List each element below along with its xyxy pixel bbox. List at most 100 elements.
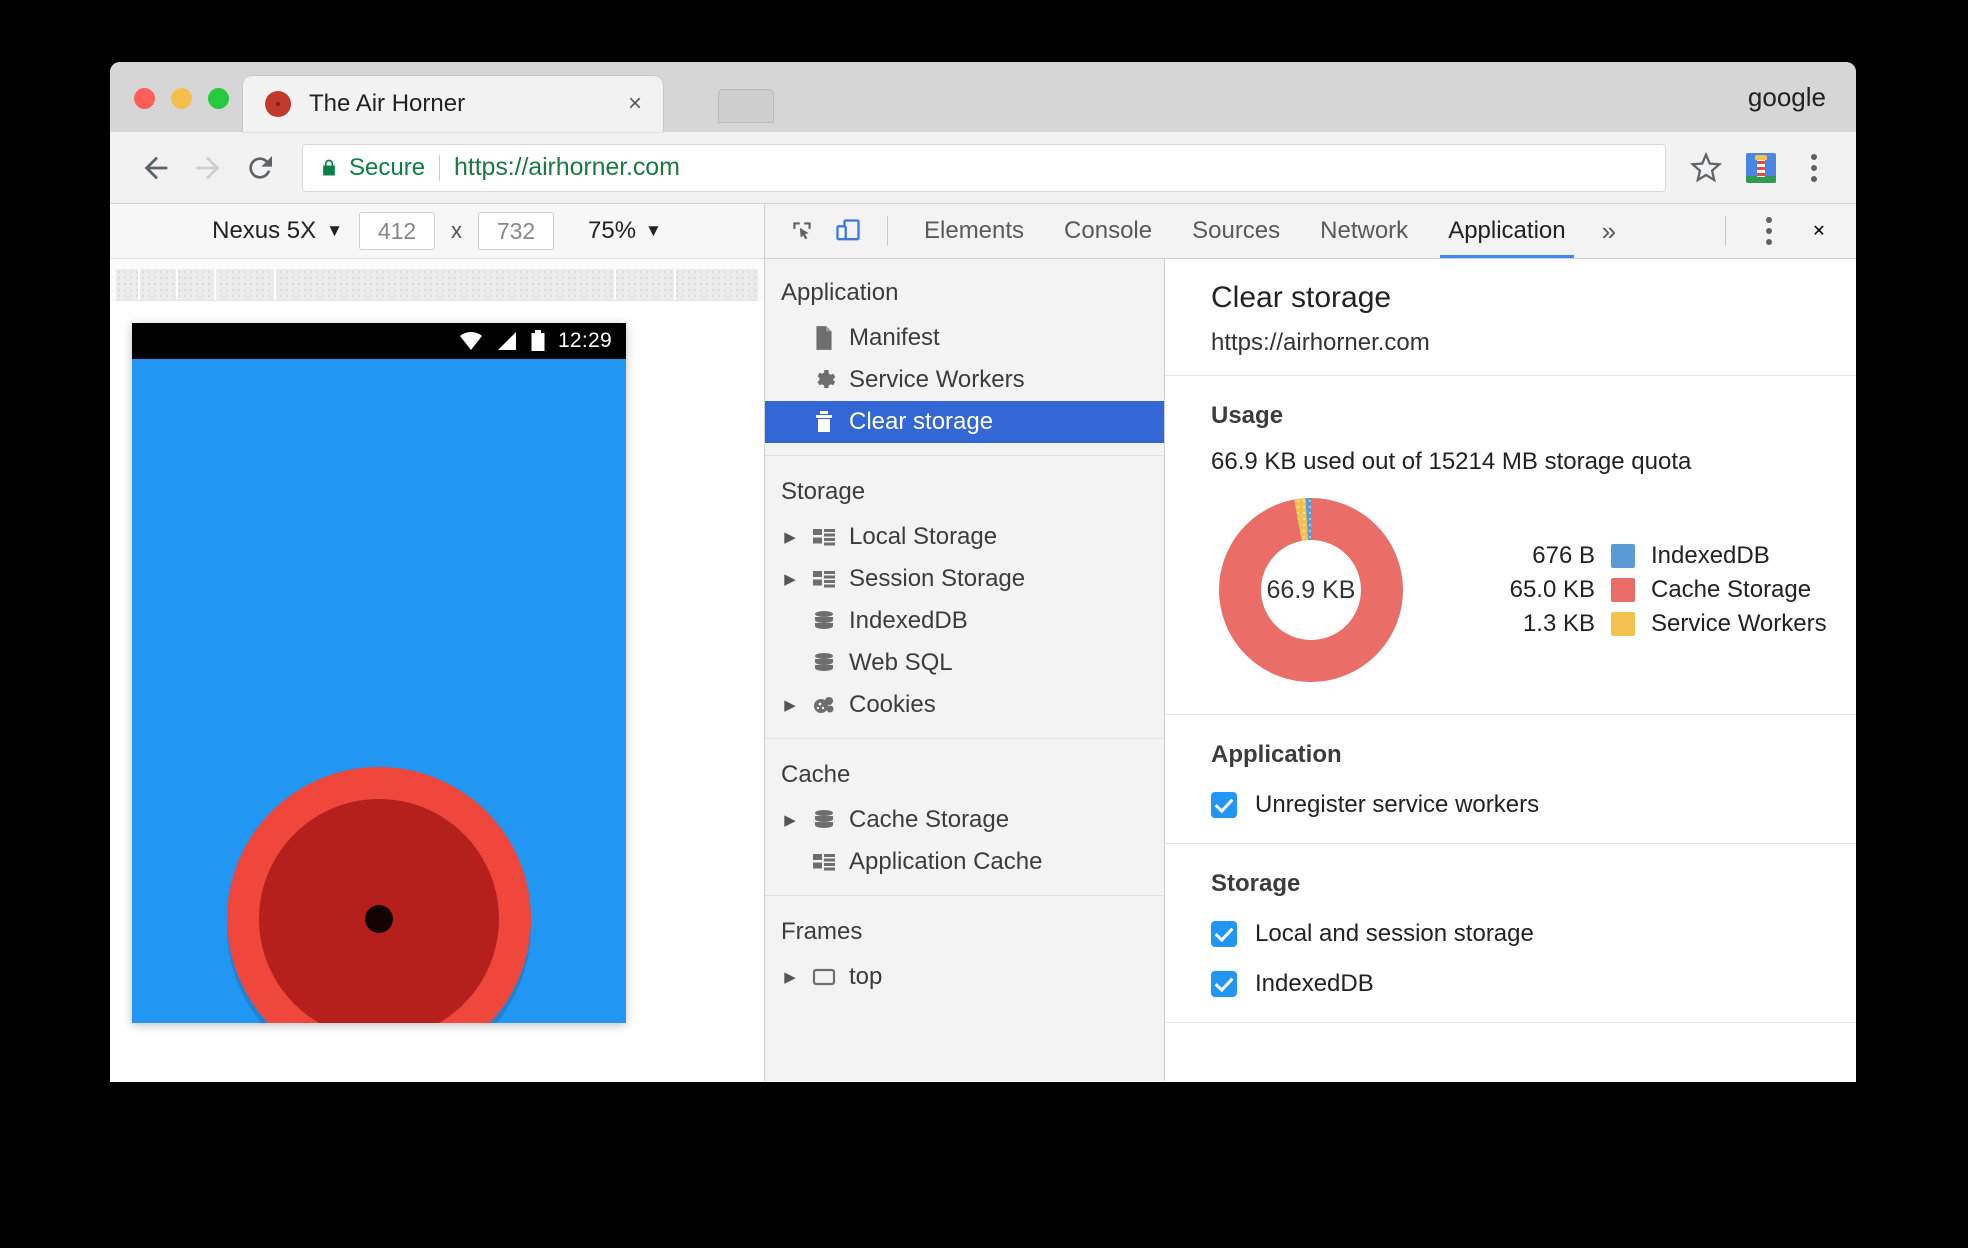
sidebar-group-title: Cache: [781, 761, 851, 788]
checkbox-row-unregister-service-workers[interactable]: Unregister service workers: [1211, 791, 1856, 819]
sidebar-group-title: Frames: [781, 918, 863, 945]
phone-frame: 12:29: [132, 323, 626, 1023]
sidebar-item-session-storage[interactable]: ▶ Session Storage: [765, 558, 1164, 600]
maximize-window-button[interactable]: [208, 88, 229, 109]
back-arrow-icon[interactable]: [132, 144, 180, 192]
disclosure-arrow-icon[interactable]: ▶: [781, 968, 799, 986]
minimize-window-button[interactable]: [171, 88, 192, 109]
disclosure-arrow-icon[interactable]: ▶: [781, 811, 799, 829]
close-window-button[interactable]: [134, 88, 155, 109]
sidebar-item-label: IndexedDB: [849, 607, 968, 634]
browser-tab[interactable]: The Air Horner ×: [243, 76, 663, 132]
disclosure-arrow-icon[interactable]: ▶: [781, 570, 799, 588]
sidebar-item-cache-storage[interactable]: ▶ Cache Storage: [765, 799, 1164, 841]
sidebar-item-label: Cache Storage: [849, 806, 1010, 833]
table-icon: [809, 527, 839, 547]
airhorn-favicon-icon: [265, 91, 291, 117]
checkbox-label: IndexedDB: [1255, 970, 1374, 997]
panel-header: Clear storage https://airhorner.com: [1165, 259, 1856, 376]
sidebar-group-title: Application: [781, 279, 899, 306]
device-toolbar: Nexus 5X ▼ 412 x 732 75% ▼: [110, 204, 764, 259]
application-section-title: Application: [1211, 741, 1342, 768]
checkbox-row-indexeddb[interactable]: IndexedDB: [1211, 970, 1856, 998]
devtools-tabs: Elements Console Sources Network Applica…: [904, 204, 1632, 258]
bookmark-star-icon[interactable]: [1684, 146, 1728, 190]
new-tab-button[interactable]: [718, 89, 774, 123]
main-split: Nexus 5X ▼ 412 x 732 75% ▼ 12:29 Element…: [110, 204, 1856, 1081]
document-icon: [809, 325, 839, 351]
tab-application[interactable]: Application: [1428, 204, 1585, 258]
forward-arrow-icon: [184, 144, 232, 192]
sidebar-item-local-storage[interactable]: ▶ Local Storage: [765, 516, 1164, 558]
checkbox-row-local-and-session-storage[interactable]: Local and session storage: [1211, 920, 1856, 948]
indexeddb-checkbox[interactable]: [1211, 971, 1237, 997]
sidebar-item-service-workers[interactable]: ▶ Service Workers: [765, 359, 1164, 401]
storage-section: Storage Local and session storage Indexe…: [1165, 844, 1856, 1023]
tab-console[interactable]: Console: [1044, 204, 1172, 258]
disclosure-arrow-icon: ▶: [781, 329, 799, 347]
window-controls: [134, 88, 229, 109]
legend-swatch-service-workers: [1611, 612, 1635, 636]
disclosure-arrow-icon[interactable]: ▶: [781, 528, 799, 546]
sidebar-item-indexeddb[interactable]: ▶ IndexedDB: [765, 600, 1164, 642]
viewport-width-input[interactable]: 412: [359, 212, 435, 250]
unregister-service-workers-checkbox[interactable]: [1211, 792, 1237, 818]
sidebar-item-clear-storage[interactable]: ▶ Clear storage: [765, 401, 1164, 443]
devtools-header-actions: ✕: [1709, 210, 1842, 252]
sidebar-item-label: Manifest: [849, 324, 940, 351]
sidebar-item-application-cache[interactable]: ▶ Application Cache: [765, 841, 1164, 883]
device-name: Nexus 5X: [212, 217, 317, 244]
legend-swatch-cache-storage: [1611, 578, 1635, 602]
disclosure-arrow-icon[interactable]: ▶: [781, 696, 799, 714]
inspect-icon[interactable]: [779, 210, 825, 252]
tab-network[interactable]: Network: [1300, 204, 1428, 258]
frame-icon: [809, 967, 839, 987]
sidebar-item-label: Local Storage: [849, 523, 998, 550]
device-viewport[interactable]: 12:29: [110, 301, 764, 1081]
sidebar-group-title: Storage: [781, 478, 866, 505]
database-icon: [809, 651, 839, 675]
devtools-menu-icon[interactable]: [1748, 210, 1790, 252]
database-icon: [809, 609, 839, 633]
airhorn-button[interactable]: [227, 767, 531, 1023]
android-status-bar: 12:29: [132, 323, 626, 359]
sidebar-item-manifest[interactable]: ▶ Manifest: [765, 317, 1164, 359]
lighthouse-extension-icon[interactable]: [1746, 152, 1776, 183]
local-and-session-storage-checkbox[interactable]: [1211, 921, 1237, 947]
chrome-menu-icon[interactable]: [1794, 146, 1834, 190]
sidebar-item-cookies[interactable]: ▶ Cookies: [765, 684, 1164, 726]
device-select[interactable]: Nexus 5X ▼: [212, 217, 343, 245]
tab-elements[interactable]: Elements: [904, 204, 1044, 258]
close-devtools-icon[interactable]: ✕: [1796, 210, 1842, 252]
legend-item-service-workers: 1.3 KB Service Workers: [1473, 607, 1827, 641]
url-text: https://airhorner.com: [454, 153, 680, 181]
airhorn-center-dot: [365, 905, 393, 933]
browser-window: The Air Horner × google Secure https://a…: [110, 62, 1856, 1082]
address-bar[interactable]: Secure https://airhorner.com: [302, 143, 1666, 192]
cookie-icon: [809, 693, 839, 717]
reload-icon[interactable]: [236, 144, 284, 192]
profile-name[interactable]: google: [1748, 82, 1826, 113]
sidebar-group-frames: Frames ▶ top: [765, 906, 1164, 1010]
disclosure-arrow-icon: ▶: [781, 371, 799, 389]
application-section: Application Unregister service workers: [1165, 715, 1856, 844]
page-title: Clear storage: [1211, 281, 1392, 314]
sidebar-group-storage: Storage ▶ Local Storage ▶ Session Storag…: [765, 466, 1164, 739]
legend-label: Cache Storage: [1651, 576, 1812, 603]
database-icon: [809, 808, 839, 832]
viewport-height-input[interactable]: 732: [478, 212, 554, 250]
device-toggle-icon[interactable]: [825, 210, 871, 252]
usage-summary: 66.9 KB used out of 15214 MB storage quo…: [1211, 448, 1692, 475]
application-sidebar: Application ▶ Manifest ▶: [765, 259, 1165, 1081]
zoom-select[interactable]: 75% ▼: [588, 217, 662, 245]
tab-sources[interactable]: Sources: [1172, 204, 1300, 258]
chevron-down-icon: ▼: [326, 221, 343, 240]
close-icon[interactable]: ×: [621, 90, 649, 118]
checkbox-label: Unregister service workers: [1255, 791, 1540, 818]
sidebar-item-web-sql[interactable]: ▶ Web SQL: [765, 642, 1164, 684]
disclosure-arrow-icon: ▶: [781, 853, 799, 871]
more-tabs-icon[interactable]: »: [1586, 204, 1632, 258]
sidebar-group-cache: Cache ▶ Cache Storage ▶: [765, 749, 1164, 896]
sidebar-item-label: Cookies: [849, 691, 936, 718]
sidebar-item-top-frame[interactable]: ▶ top: [765, 956, 1164, 998]
